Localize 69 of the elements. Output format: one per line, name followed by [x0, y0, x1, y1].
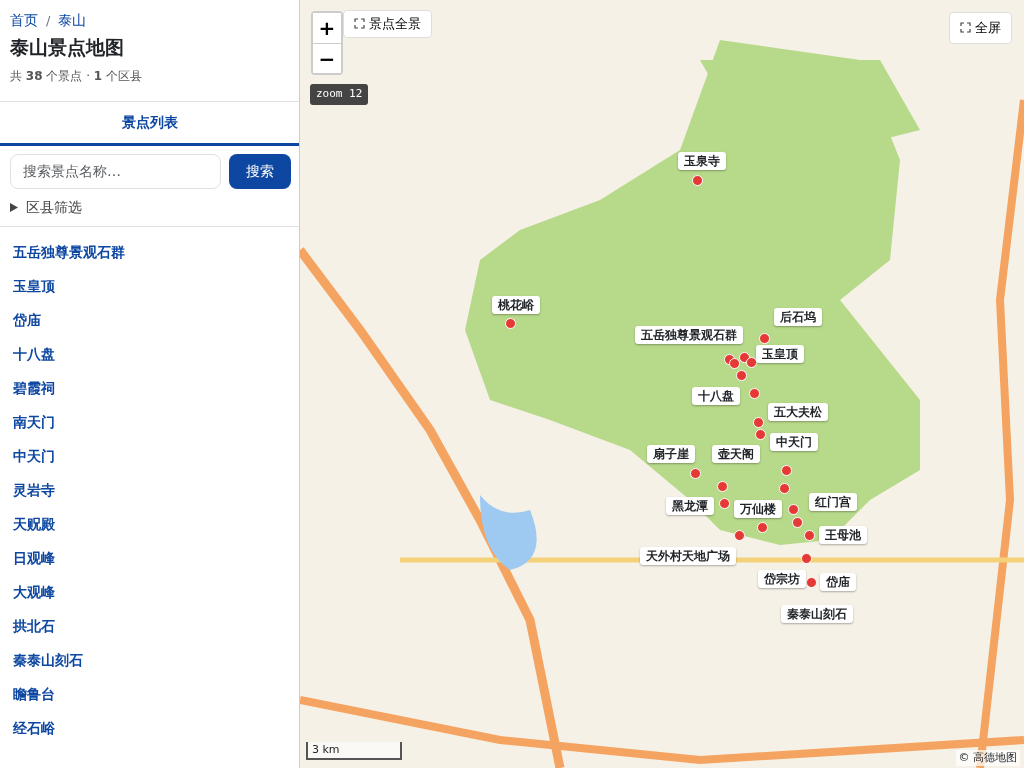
spot-link[interactable]: 五岳独尊景观石群 — [0, 234, 299, 269]
map-marker[interactable] — [749, 388, 760, 399]
caret-right-icon — [10, 202, 18, 212]
marker-label[interactable]: 红门宫 — [809, 493, 857, 511]
marker-label[interactable]: 中天门 — [770, 433, 818, 451]
spot-link[interactable]: 秦泰山刻石 — [0, 642, 299, 677]
page-title: 泰山景点地图 — [10, 36, 125, 59]
marker-label[interactable]: 后石坞 — [774, 308, 822, 326]
marker-label[interactable]: 黑龙潭 — [666, 497, 714, 515]
map-marker[interactable] — [734, 530, 745, 541]
zoom-level-badge: zoom 12 — [310, 84, 369, 105]
map-marker[interactable] — [736, 370, 747, 381]
breadcrumb-link[interactable]: 首页 — [10, 12, 38, 28]
map-marker[interactable] — [753, 417, 764, 428]
map-marker[interactable] — [692, 175, 703, 186]
map-marker[interactable] — [788, 504, 799, 515]
map-marker[interactable] — [717, 481, 728, 492]
marker-label[interactable]: 十八盘 — [692, 387, 740, 405]
marker-label[interactable]: 岱庙 — [820, 573, 856, 591]
search-button[interactable]: 搜索 — [229, 153, 291, 189]
marker-label[interactable]: 天外村天地广场 — [640, 547, 736, 565]
map-marker[interactable] — [690, 468, 701, 479]
marker-label[interactable]: 玉皇顶 — [756, 345, 804, 363]
summary-text: 共 38 个景点 · 1 个区县 — [10, 67, 143, 85]
zoom-out-button[interactable]: − — [313, 43, 341, 73]
spot-link[interactable]: 日观峰 — [0, 540, 299, 575]
marker-label[interactable]: 五岳独尊景观石群 — [635, 326, 743, 344]
spot-link[interactable]: 大观峰 — [0, 574, 299, 609]
marker-label[interactable]: 岱宗坊 — [758, 570, 806, 588]
marker-label[interactable]: 玉泉寺 — [678, 152, 726, 170]
marker-label[interactable]: 桃花峪 — [492, 296, 540, 314]
marker-label[interactable]: 王母池 — [819, 526, 867, 544]
map-marker[interactable] — [781, 465, 792, 476]
marker-label[interactable]: 壶天阁 — [712, 445, 760, 463]
spot-link[interactable]: 岱庙 — [0, 302, 299, 337]
fullscreen-icon — [959, 22, 971, 33]
map-marker[interactable] — [505, 318, 516, 329]
marker-label[interactable]: 秦泰山刻石 — [781, 605, 853, 623]
spot-link[interactable]: 南天门 — [0, 404, 299, 439]
map-marker[interactable] — [759, 333, 770, 344]
map-marker[interactable] — [792, 517, 803, 528]
spot-link[interactable]: 十八盘 — [0, 336, 299, 371]
map-marker[interactable] — [757, 522, 768, 533]
breadcrumb-link[interactable]: 泰山 — [58, 12, 87, 28]
map-marker[interactable] — [719, 498, 730, 509]
map-marker[interactable] — [779, 483, 790, 494]
map-marker[interactable] — [804, 530, 815, 541]
spot-link[interactable]: 中天门 — [0, 438, 299, 473]
scale-bar: 3 km — [306, 741, 402, 760]
map-marker[interactable] — [801, 553, 812, 564]
marker-label[interactable]: 万仙楼 — [734, 500, 782, 518]
overview-button[interactable]: 景点全景 — [343, 10, 433, 38]
map-marker[interactable] — [729, 358, 740, 369]
spot-link[interactable]: 玉皇顶 — [0, 268, 299, 303]
spot-link[interactable]: 瞻鲁台 — [0, 676, 299, 711]
spot-link[interactable]: 拱北石 — [0, 608, 299, 643]
breadcrumb-separator: / — [46, 13, 51, 28]
marker-label[interactable]: 五大夫松 — [768, 403, 828, 421]
spot-link[interactable]: 经石峪 — [0, 710, 299, 745]
fullscreen-icon — [354, 18, 365, 29]
search-field[interactable]: 搜索景点名称… — [10, 153, 221, 189]
fullscreen-button[interactable]: 全屏 — [948, 12, 1012, 44]
tab[interactable]: 景点列表 — [0, 101, 299, 146]
spot-link[interactable]: 天贶殿 — [0, 506, 299, 541]
district-filter-toggle[interactable]: 区县筛选 — [10, 196, 82, 218]
spot-link[interactable]: 碧霞祠 — [0, 370, 299, 405]
marker-label[interactable]: 扇子崖 — [647, 445, 695, 463]
map-marker[interactable] — [755, 429, 766, 440]
spot-link[interactable]: 灵岩寺 — [0, 472, 299, 507]
